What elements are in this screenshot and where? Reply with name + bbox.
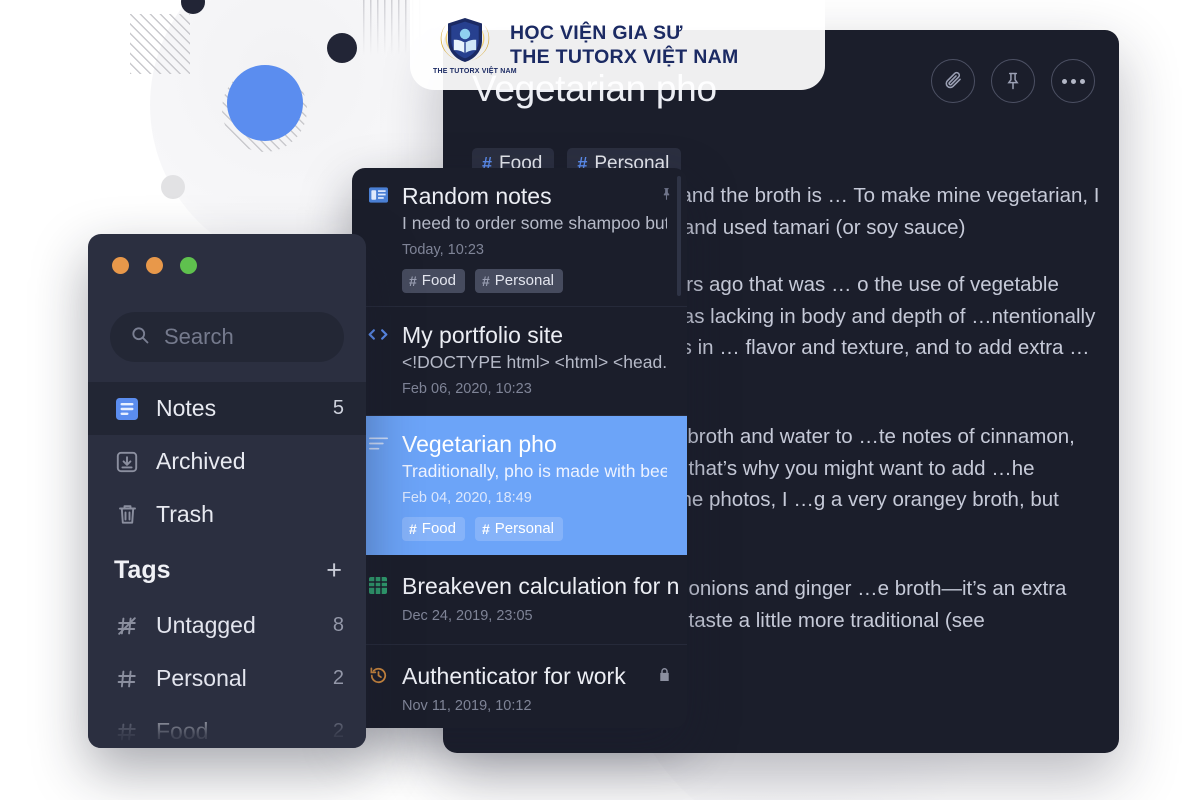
tag-label: Personal: [494, 272, 554, 289]
sidebar-item-notes[interactable]: Notes 5: [88, 382, 366, 435]
sidebar-tag-food[interactable]: Food 2: [88, 705, 366, 748]
sidebar-tag-count: 2: [332, 667, 344, 689]
notes-icon: [114, 397, 140, 420]
tag-chip[interactable]: # Personal: [475, 269, 563, 293]
tag-label: Personal: [494, 520, 554, 537]
sidebar-item-trash[interactable]: Trash: [88, 488, 366, 541]
close-button[interactable]: [112, 257, 129, 274]
list-item-tags: # Food # Personal: [402, 517, 667, 541]
article-icon: [368, 185, 388, 205]
tag-chip[interactable]: # Food: [402, 517, 465, 541]
list-item-tags: # Food # Personal: [402, 269, 667, 293]
search-input[interactable]: Search: [110, 312, 344, 362]
tags-title: Tags: [114, 555, 171, 584]
list-item-title: My portfolio site: [402, 322, 564, 348]
list-item[interactable]: Breakeven calculation for n Dec 24, 2019…: [352, 555, 687, 645]
watermark-line-1: HỌC VIỆN GIA SƯ: [510, 21, 683, 44]
list-item[interactable]: Authenticator for work Nov 11, 2019, 10:…: [352, 645, 687, 728]
hash-icon: [114, 668, 140, 690]
tags-section-header: Tags +: [88, 541, 366, 599]
tag-chip[interactable]: # Food: [402, 269, 465, 293]
decorative-dot: [161, 175, 185, 199]
sidebar-item-label: Notes: [156, 395, 217, 421]
tag-label: Food: [421, 272, 456, 289]
sidebar-tag-label: Untagged: [156, 612, 256, 638]
tutorx-logo-icon: [434, 15, 496, 75]
list-item-snippet: <!DOCTYPE html> <html> <head...: [402, 352, 667, 372]
list-item-snippet: Traditionally, pho is made with bee...: [402, 461, 667, 481]
watermark-banner: HỌC VIỆN GIA SƯ THE TUTORX VIỆT NAM: [410, 0, 825, 90]
sidebar-tag-untagged[interactable]: Untagged 8: [88, 599, 366, 652]
sidebar-window: Search Notes 5 Archived Trash Tags + Unt…: [88, 234, 366, 748]
hash-icon: #: [482, 520, 490, 537]
locked-icon: [658, 667, 671, 687]
list-item-date: Today, 10:23: [402, 242, 484, 258]
sidebar-tag-personal[interactable]: Personal 2: [88, 652, 366, 705]
list-item[interactable]: My portfolio site <!DOCTYPE html> <html>…: [352, 307, 687, 416]
watermark-text: HỌC VIỆN GIA SƯ THE TUTORX VIỆT NAM: [510, 22, 739, 69]
list-item-title: Authenticator for work: [402, 663, 626, 689]
add-tag-button[interactable]: +: [326, 556, 342, 584]
window-controls: [112, 257, 197, 274]
attachment-icon[interactable]: [931, 59, 975, 103]
list-item-title: Breakeven calculation for n: [402, 573, 680, 599]
code-icon: [368, 324, 388, 344]
app-screenshot: Vegetarian pho # Food #: [0, 0, 1200, 800]
sidebar-tag-label: Personal: [156, 665, 247, 691]
spreadsheet-icon: [368, 575, 388, 595]
maximize-button[interactable]: [180, 257, 197, 274]
minimize-button[interactable]: [146, 257, 163, 274]
watermark-caption: THE TUTORX VIỆT NAM: [433, 68, 517, 75]
search-icon: [130, 325, 150, 350]
tag-chip[interactable]: # Personal: [475, 517, 563, 541]
history-icon: [368, 665, 388, 685]
sidebar-item-label: Archived: [156, 448, 246, 474]
list-item-date: Feb 06, 2020, 10:23: [402, 381, 532, 397]
list-item-date: Nov 11, 2019, 10:12: [402, 698, 532, 714]
pinned-icon: [660, 186, 673, 206]
list-item[interactable]: Vegetarian pho Traditionally, pho is mad…: [352, 416, 687, 555]
archive-icon: [114, 451, 140, 473]
sidebar-tag-count: 8: [332, 614, 344, 636]
note-list-window: Random notes I need to order some shampo…: [352, 168, 687, 728]
hash-icon: [114, 721, 140, 743]
list-item[interactable]: Random notes I need to order some shampo…: [352, 168, 687, 307]
hash-icon: #: [482, 272, 490, 289]
decorative-hatch-square: [130, 14, 190, 74]
sidebar-item-archived[interactable]: Archived: [88, 435, 366, 488]
sidebar-tag-label: Food: [156, 718, 209, 744]
sidebar-item-count: 5: [332, 397, 344, 419]
decorative-circle-accent: [227, 65, 303, 141]
list-item-date: Feb 04, 2020, 18:49: [402, 490, 532, 506]
pin-icon[interactable]: [991, 59, 1035, 103]
list-item-title: Vegetarian pho: [402, 431, 557, 457]
tag-label: Food: [421, 520, 456, 537]
sidebar-tag-count: 2: [332, 720, 344, 742]
list-icon: [368, 433, 388, 453]
more-options-icon[interactable]: [1051, 59, 1095, 103]
hash-icon: #: [409, 520, 417, 537]
list-item-title: Random notes: [402, 183, 552, 209]
list-item-snippet: I need to order some shampoo but...: [402, 213, 667, 233]
decorative-dot: [327, 33, 357, 63]
hash-icon: #: [409, 272, 417, 289]
watermark-line-2: THE TUTORX VIỆT NAM: [510, 45, 739, 68]
search-placeholder: Search: [164, 324, 234, 349]
sidebar-item-label: Trash: [156, 501, 214, 527]
list-item-date: Dec 24, 2019, 23:05: [402, 608, 533, 624]
untagged-icon: [114, 615, 140, 637]
trash-icon: [114, 504, 140, 526]
note-editor-toolbar: [931, 59, 1095, 103]
